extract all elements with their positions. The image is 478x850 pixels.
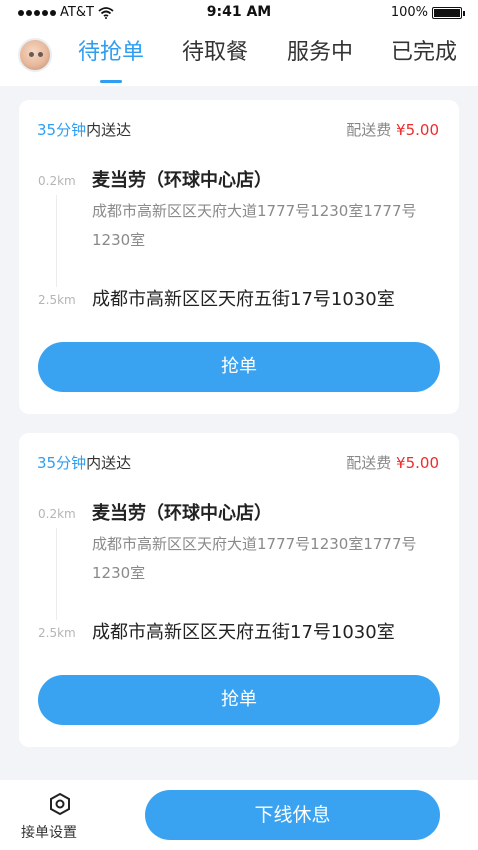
destination-address: 成都市高新区区天府五街17号1030室 bbox=[92, 622, 395, 643]
order-settings-button[interactable]: 接单设置 bbox=[21, 792, 110, 842]
active-tab-indicator bbox=[100, 80, 122, 83]
order-card: 35分钟内送达 配送费 ¥5.00 0.2km 麦当劳（环球中心店） 成都市高新… bbox=[19, 100, 459, 414]
order-settings-label: 接单设置 bbox=[21, 825, 77, 841]
delivery-fee: 配送费 ¥5.00 bbox=[346, 452, 439, 473]
status-bar: AT&T 9:41 AM 100% bbox=[0, 0, 478, 26]
destination-address: 成都市高新区区天府五街17号1030室 bbox=[92, 289, 395, 310]
grab-order-button[interactable]: 抢单 bbox=[38, 342, 440, 392]
shop-address: 成都市高新区区天府大道1777号1230室1777号1230室 bbox=[92, 202, 417, 249]
delivery-time-suffix: 内送达 bbox=[86, 454, 132, 472]
delivery-time: 35分钟内送达 bbox=[37, 452, 131, 473]
battery-icon bbox=[432, 6, 465, 19]
delivery-time-suffix: 内送达 bbox=[86, 121, 132, 139]
shop-name: 麦当劳（环球中心店） bbox=[92, 503, 272, 524]
delivery-minutes: 35分钟 bbox=[37, 454, 87, 472]
delivery-time: 35分钟内送达 bbox=[37, 119, 131, 140]
grab-order-button[interactable]: 抢单 bbox=[38, 675, 440, 725]
header: 待抢单 待取餐 服务中 已完成 bbox=[0, 26, 478, 86]
route-line bbox=[56, 195, 57, 287]
tab-pending-pickup[interactable]: 待取餐 bbox=[182, 38, 248, 74]
order-card: 35分钟内送达 配送费 ¥5.00 0.2km 麦当劳（环球中心店） 成都市高新… bbox=[19, 433, 459, 747]
battery-percent: 100% bbox=[390, 5, 428, 20]
avatar[interactable] bbox=[18, 38, 52, 72]
bottom-bar: 接单设置 下线休息 bbox=[0, 780, 478, 850]
fee-amount: ¥5.00 bbox=[396, 454, 439, 472]
route-line bbox=[56, 528, 57, 620]
fee-label: 配送费 bbox=[346, 121, 392, 139]
shop-address: 成都市高新区区天府大道1777号1230室1777号1230室 bbox=[92, 535, 417, 582]
shop-name: 麦当劳（环球中心店） bbox=[92, 170, 272, 191]
tab-in-service[interactable]: 服务中 bbox=[287, 38, 353, 74]
destination-distance: 2.5km bbox=[38, 293, 76, 307]
status-right: 100% bbox=[390, 5, 465, 20]
hexagon-nut-icon bbox=[49, 792, 70, 816]
pickup-distance: 0.2km bbox=[38, 174, 76, 188]
delivery-minutes: 35分钟 bbox=[37, 121, 87, 139]
delivery-fee: 配送费 ¥5.00 bbox=[346, 119, 439, 140]
tab-completed[interactable]: 已完成 bbox=[391, 38, 457, 74]
fee-amount: ¥5.00 bbox=[396, 121, 439, 139]
fee-label: 配送费 bbox=[346, 454, 392, 472]
go-offline-button[interactable]: 下线休息 bbox=[145, 790, 440, 840]
destination-distance: 2.5km bbox=[38, 626, 76, 640]
tab-pending-grab[interactable]: 待抢单 bbox=[78, 38, 144, 74]
pickup-distance: 0.2km bbox=[38, 507, 76, 521]
